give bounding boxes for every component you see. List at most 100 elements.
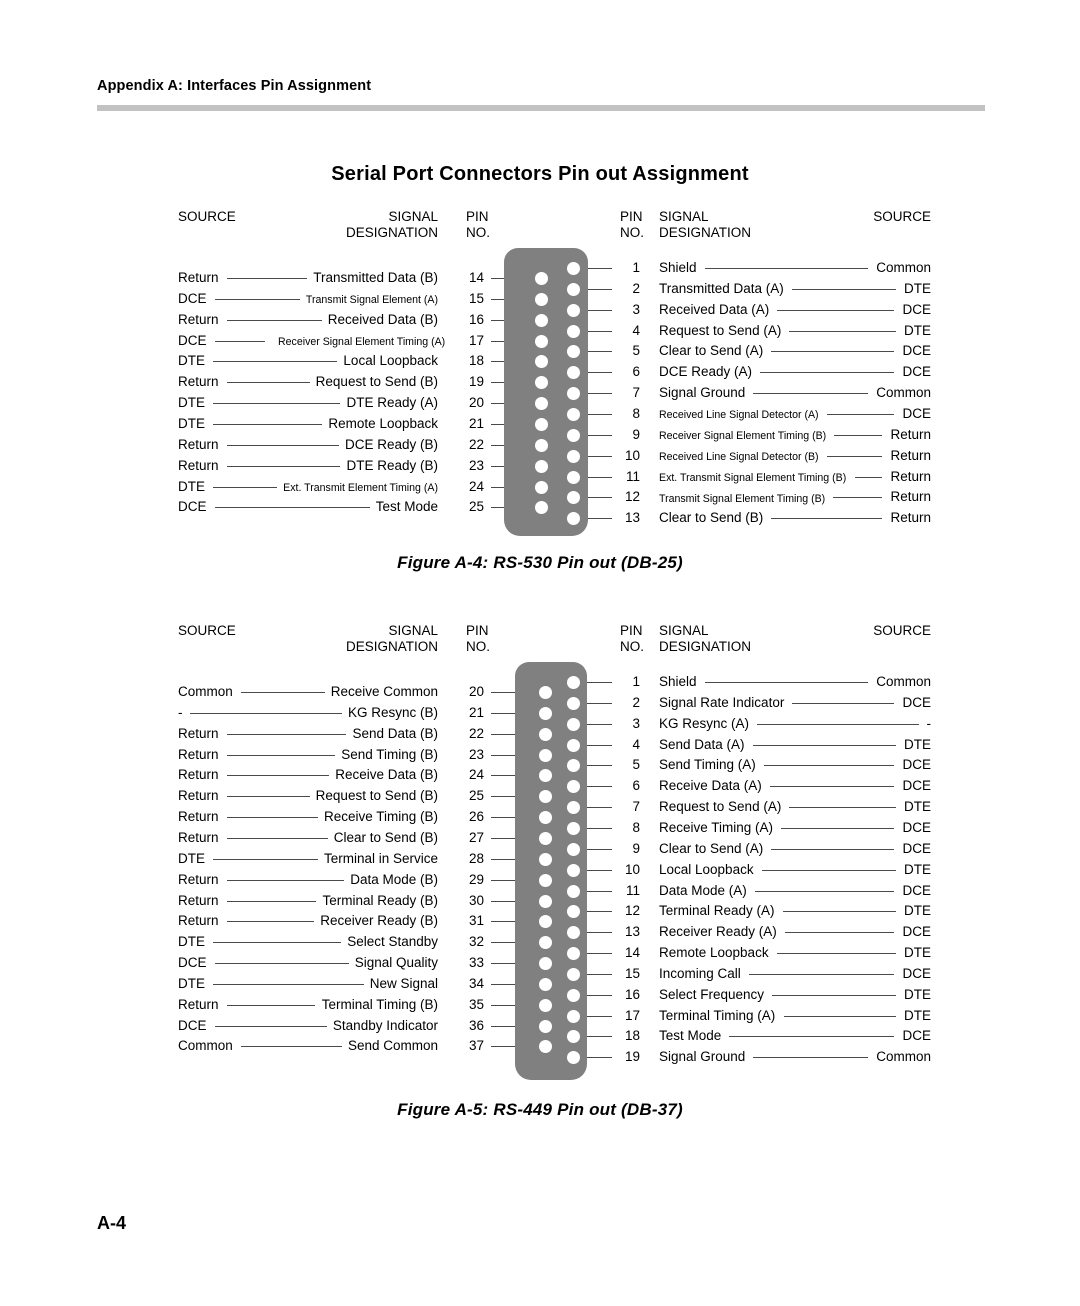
row-signal-right: Clear to Send (B) — [659, 510, 764, 526]
connector-pin-15 — [566, 967, 580, 981]
column-header-signal-left: SIGNAL DESIGNATION — [345, 209, 438, 240]
connector-pin-32 — [538, 936, 552, 950]
row-source-right: DCE — [902, 882, 931, 898]
figure-rs530-pinout: SOURCE SIGNAL DESIGNATION PIN NO. PIN NO. SIGNA… — [0, 205, 1080, 590]
row-signal-right: Test Mode — [659, 1028, 722, 1044]
row-signal-right: Clear to Send (A) — [659, 343, 764, 359]
row-signal-right: Received Data (A) — [659, 301, 770, 317]
row-signal-right: Send Timing (A) — [659, 757, 756, 773]
column-header-pin-left: PIN NO. — [466, 623, 491, 654]
row-signal-right: Receiver Ready (A) — [659, 924, 777, 940]
row-signal-right: DCE Ready (A) — [659, 364, 753, 380]
connector-pin-22 — [534, 438, 548, 452]
row-source-right: DTE — [904, 861, 931, 877]
connector-pin-20 — [538, 686, 552, 699]
row-source-right: DTE — [904, 322, 931, 338]
row-pin-right: 4 — [632, 736, 640, 752]
connector-pin-23 — [534, 459, 548, 473]
row-signal-right: Transmit Signal Element Timing (B) — [659, 492, 826, 505]
column-header-signal-right: SIGNAL DESIGNATION — [659, 623, 752, 654]
connector-pin-10 — [566, 449, 580, 463]
row-source-right: DCE — [902, 1028, 931, 1044]
row-signal-right: Signal Ground — [659, 385, 746, 401]
connector-pin-6 — [566, 366, 580, 380]
row-signal-right: Transmitted Data (A) — [659, 280, 784, 296]
row-pin-right: 4 — [632, 322, 640, 338]
column-header-source-left: SOURCE — [178, 623, 236, 638]
column-header-source-left: SOURCE — [178, 209, 236, 224]
connector-pin-25 — [534, 501, 548, 515]
connector-pin-21 — [534, 417, 548, 431]
row-source-right: Common — [876, 385, 931, 401]
row-pin-right: 8 — [632, 819, 640, 835]
connector-pin-14 — [534, 272, 548, 285]
connector-pin-8 — [566, 407, 580, 421]
connector-pin-10 — [566, 863, 580, 877]
row-source-right: DCE — [902, 301, 931, 317]
row-signal-right: Data Mode (A) — [659, 882, 747, 898]
connector-pin-2 — [566, 282, 580, 296]
connector-pin-2 — [566, 696, 580, 710]
connector-pin-9 — [566, 842, 580, 856]
connector-pin-1 — [566, 262, 580, 275]
row-signal-right: Shield — [659, 260, 697, 275]
column-header-source-right: SOURCE — [873, 209, 931, 224]
connector-pin-3 — [566, 303, 580, 317]
connector-pin-34 — [538, 977, 552, 991]
row-source-right: DCE — [902, 840, 931, 856]
connector-pin-1 — [566, 676, 580, 689]
connector-pin-11 — [566, 470, 580, 484]
row-pin-right: 10 — [624, 447, 640, 463]
row-source-right: DTE — [904, 945, 931, 961]
row-signal-right: Shield — [659, 674, 697, 689]
row-signal-right: Request to Send (A) — [659, 322, 782, 338]
column-header-source-right: SOURCE — [873, 623, 931, 638]
connector-pin-26 — [538, 811, 552, 825]
connector-pin-18 — [534, 355, 548, 369]
connector-pin-13 — [566, 512, 580, 526]
row-pin-right: 16 — [624, 986, 640, 1002]
connector-pin-11 — [566, 884, 580, 898]
row-source-right: Return — [890, 468, 931, 484]
connector-pin-7 — [566, 387, 580, 401]
connector-pin-4 — [566, 324, 580, 338]
row-pin-right: 3 — [632, 301, 640, 317]
row-source-right: DTE — [904, 986, 931, 1002]
row-pin-right: 7 — [632, 385, 640, 401]
page-number: A-4 — [97, 1213, 127, 1233]
row-signal-right: Terminal Ready (A) — [659, 903, 775, 919]
connector-pin-24 — [538, 769, 552, 783]
row-signal-right: Receiver Signal Element Timing (B) — [659, 430, 827, 443]
figure-rs449-pinout: SOURCE SIGNAL DESIGNATION PIN NO. PIN NO. SIGNA… — [0, 619, 1080, 1149]
connector-pin-7 — [566, 801, 580, 815]
row-source-right: DCE — [902, 965, 931, 981]
connector-pin-31 — [538, 915, 552, 929]
row-pin-right: 6 — [632, 364, 640, 380]
connector-pin-25 — [538, 790, 552, 804]
connector-pin-28 — [538, 852, 552, 866]
column-header-pin-right: PIN NO. — [620, 209, 645, 240]
row-signal-right: KG Resync (A) — [659, 715, 750, 731]
figure-caption-rs449: Figure A-5: RS-449 Pin out (DB-37) — [397, 1100, 683, 1119]
row-source-right: DCE — [902, 778, 931, 794]
row-source-right: DTE — [904, 903, 931, 919]
row-pin-right: 1 — [632, 260, 640, 275]
row-pin-right: 10 — [624, 861, 640, 877]
connector-pin-36 — [538, 1019, 552, 1033]
row-pin-right: 15 — [624, 965, 640, 981]
connector-pin-22 — [538, 727, 552, 741]
row-pin-right: 2 — [632, 694, 640, 710]
row-source-right: Return — [890, 489, 931, 505]
row-pin-right: 5 — [632, 343, 640, 359]
running-head: Appendix A: Interfaces Pin Assignment — [97, 78, 372, 94]
row-source-right: DCE — [902, 819, 931, 835]
row-pin-right: 5 — [632, 757, 640, 773]
row-pin-right: 9 — [632, 840, 640, 856]
row-pin-right: 6 — [632, 778, 640, 794]
row-pin-right: 13 — [624, 510, 640, 526]
connector-pin-4 — [566, 738, 580, 752]
column-header-signal-left: SIGNAL DESIGNATION — [345, 623, 438, 654]
row-source-right: DCE — [902, 924, 931, 940]
row-pin-right: 19 — [624, 1049, 640, 1065]
row-pin-right: 1 — [632, 674, 640, 689]
